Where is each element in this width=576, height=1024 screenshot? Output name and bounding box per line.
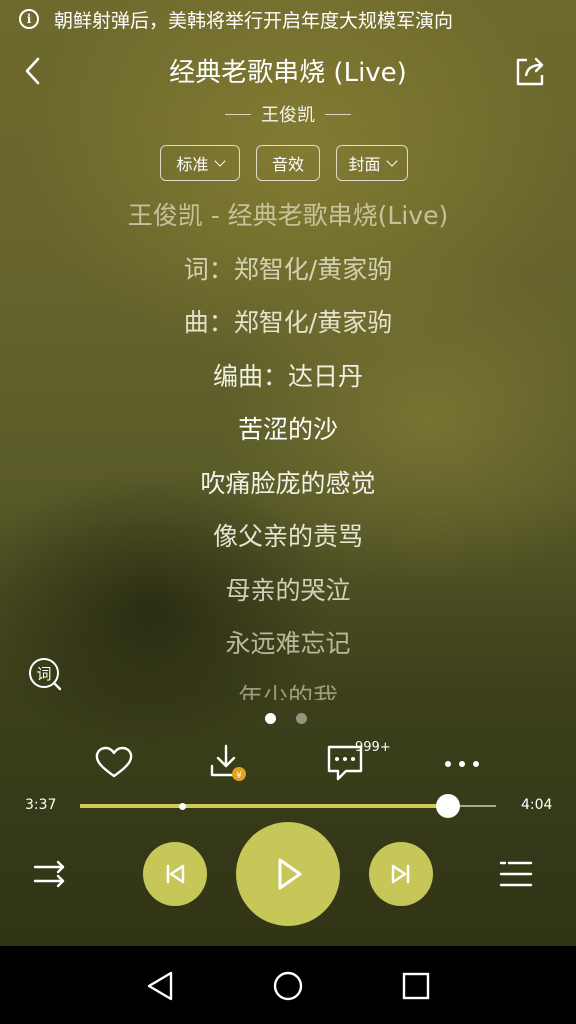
lyric-line: 曲：郑智化/黄家驹	[183, 308, 393, 337]
page-dot[interactable]	[296, 713, 307, 724]
divider-left	[225, 113, 251, 115]
comment-count-badge: 999+	[355, 740, 391, 755]
info-icon: i	[19, 9, 39, 29]
back-icon	[25, 57, 40, 85]
lyric-line: 永远难忘记	[225, 629, 351, 658]
chevron-down-icon	[213, 155, 226, 167]
nav-back-button[interactable]	[143, 968, 179, 1004]
progress-marker	[179, 803, 186, 810]
lyric-line: 王俊凯 - 经典老歌串烧(Live)	[127, 201, 449, 230]
next-button[interactable]	[369, 842, 433, 906]
page-dot-active[interactable]	[265, 713, 276, 724]
more-icon	[445, 761, 479, 767]
previous-button[interactable]	[143, 842, 207, 906]
progress-fill	[80, 804, 448, 808]
total-time: 4:04	[521, 797, 553, 813]
song-title: 经典老歌串烧 (Live)	[169, 58, 407, 88]
favorite-button[interactable]	[93, 742, 135, 786]
lyric-line: 苦涩的沙	[237, 415, 338, 444]
shuffle-icon	[33, 860, 65, 888]
notification-bar[interactable]: i 朝鲜射弹后，美韩将举行开启年度大规模军演向	[0, 0, 576, 38]
lyric-line: 词：郑智化/黄家驹	[183, 255, 393, 284]
download-button[interactable]: ¥	[207, 742, 251, 786]
playlist-icon	[499, 861, 533, 887]
chevron-down-icon	[385, 155, 398, 167]
divider-right	[325, 113, 351, 115]
play-button[interactable]	[236, 822, 340, 926]
cover-dropdown[interactable]: 封面	[336, 145, 408, 181]
back-button[interactable]	[18, 54, 52, 88]
circle-home-icon	[273, 971, 303, 1001]
share-button[interactable]	[512, 54, 548, 90]
play-icon	[278, 858, 302, 890]
square-recents-icon	[402, 972, 430, 1000]
lyric-line: 吹痛脸庞的感觉	[200, 469, 376, 498]
quality-label: 标准	[176, 155, 209, 174]
next-icon	[391, 864, 410, 884]
download-icon: ¥	[210, 744, 246, 781]
nav-recents-button[interactable]	[398, 968, 434, 1004]
nav-home-button[interactable]	[270, 968, 306, 1004]
lyric-line: 像父亲的责骂	[212, 522, 363, 551]
progress-thumb[interactable]	[436, 794, 460, 818]
elapsed-time: 3:37	[25, 797, 57, 813]
more-button[interactable]	[442, 742, 482, 786]
lyric-line: 年少的我	[237, 683, 338, 700]
notification-text: 朝鲜射弹后，美韩将举行开启年度大规模军演向	[54, 10, 454, 32]
sound-effect-button[interactable]: 音效	[256, 145, 320, 181]
lyric-toggle-button[interactable]: 词	[27, 656, 63, 692]
lyric-fade: 年少的我	[0, 676, 576, 700]
triangle-back-icon	[147, 971, 173, 1001]
previous-icon	[166, 864, 185, 884]
share-icon	[516, 57, 544, 86]
svg-text:¥: ¥	[236, 771, 242, 781]
lyric-line: 编曲：达日丹	[212, 362, 363, 391]
artist-name[interactable]: 王俊凯	[261, 101, 315, 127]
cover-label: 封面	[348, 155, 381, 174]
lyric-toggle-label: 词	[36, 665, 52, 683]
shuffle-button[interactable]	[30, 854, 70, 894]
heart-icon	[95, 746, 133, 778]
system-nav-bar	[0, 946, 576, 1024]
quality-dropdown[interactable]: 标准	[160, 145, 240, 181]
lyric-line: 母亲的哭泣	[225, 576, 351, 605]
sound-effect-label: 音效	[271, 155, 304, 174]
artist-line: 王俊凯	[188, 101, 388, 127]
playlist-button[interactable]	[497, 854, 537, 894]
